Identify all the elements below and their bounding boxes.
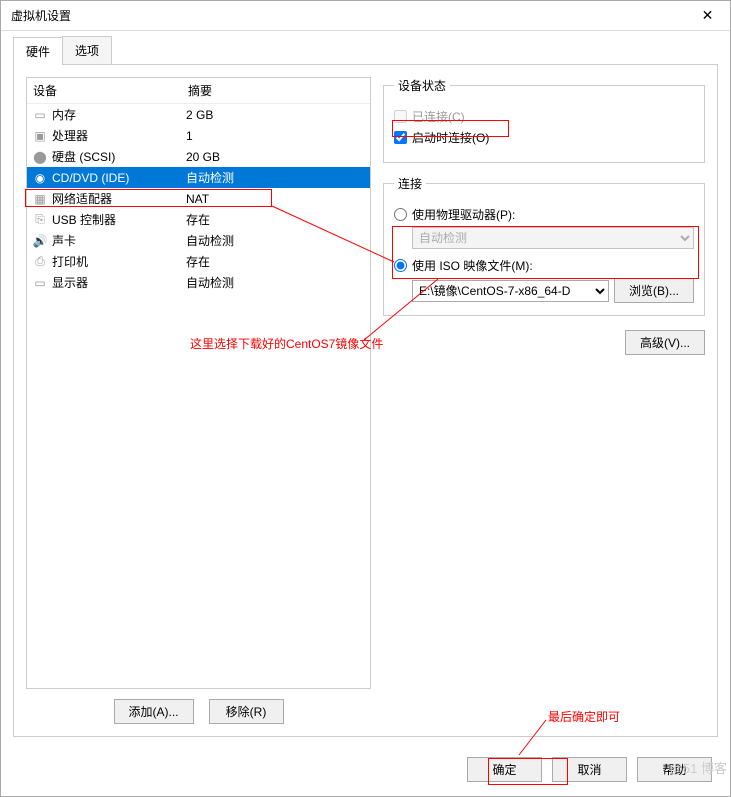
printer-icon: ⎙ [31,254,49,270]
device-row-nic[interactable]: ▦网络适配器NAT [27,188,370,209]
titlebar: 虚拟机设置 ✕ [1,1,730,31]
content: 硬件 选项 设备 摘要 ▭内存2 GB▣处理器1⬤硬盘 (SCSI)20 GB◉… [1,31,730,747]
use-physical-label: 使用物理驱动器(P): [412,206,515,223]
device-summary: 存在 [186,253,366,270]
browse-button[interactable]: 浏览(B)... [614,278,694,303]
device-row-memory[interactable]: ▭内存2 GB [27,104,370,125]
device-summary: 存在 [186,211,366,228]
device-name: 处理器 [52,127,186,144]
disk-icon: ⬤ [31,149,49,165]
device-list: 设备 摘要 ▭内存2 GB▣处理器1⬤硬盘 (SCSI)20 GB◉CD/DVD… [26,77,371,689]
use-physical-row[interactable]: 使用物理驱动器(P): [394,206,694,223]
device-list-header: 设备 摘要 [27,78,370,104]
iso-path-select[interactable]: E:\镜像\CentOS-7-x86_64-D [412,280,609,302]
device-name: 打印机 [52,253,186,270]
device-summary: 2 GB [186,108,366,122]
device-summary: 1 [186,129,366,143]
device-row-usb[interactable]: ⎘USB 控制器存在 [27,209,370,230]
left-buttons: 添加(A)... 移除(R) [26,689,371,724]
connected-row[interactable]: 已连接(C) [394,108,694,125]
connection-legend: 连接 [394,175,426,192]
left-panel: 设备 摘要 ▭内存2 GB▣处理器1⬤硬盘 (SCSI)20 GB◉CD/DVD… [26,77,371,724]
vm-settings-window: 虚拟机设置 ✕ 硬件 选项 设备 摘要 ▭内存2 GB▣处理器1⬤硬盘 (SCS… [0,0,731,797]
sound-icon: 🔊 [31,233,49,249]
physical-drive-select: 自动检测 [412,227,694,249]
use-physical-radio[interactable] [394,208,407,221]
close-button[interactable]: ✕ [685,1,730,31]
cpu-icon: ▣ [31,128,49,144]
cancel-button[interactable]: 取消 [552,757,627,782]
device-row-cpu[interactable]: ▣处理器1 [27,125,370,146]
ok-button[interactable]: 确定 [467,757,542,782]
device-status-legend: 设备状态 [394,77,450,94]
device-name: 内存 [52,106,186,123]
add-button[interactable]: 添加(A)... [114,699,194,724]
tab-hardware[interactable]: 硬件 [13,37,63,65]
tab-options[interactable]: 选项 [62,36,112,64]
device-name: 网络适配器 [52,190,186,207]
connected-label: 已连接(C) [412,108,465,125]
nic-icon: ▦ [31,191,49,207]
device-summary: 20 GB [186,150,366,164]
use-iso-row[interactable]: 使用 ISO 映像文件(M): [394,257,694,274]
display-icon: ▭ [31,275,49,291]
tab-body: 设备 摘要 ▭内存2 GB▣处理器1⬤硬盘 (SCSI)20 GB◉CD/DVD… [13,65,718,737]
connection-group: 连接 使用物理驱动器(P): 自动检测 使用 ISO 映像文件(M): [383,175,705,316]
cd-icon: ◉ [31,170,49,186]
device-row-display[interactable]: ▭显示器自动检测 [27,272,370,293]
device-summary: NAT [186,192,366,206]
remove-button[interactable]: 移除(R) [209,699,284,724]
device-status-group: 设备状态 已连接(C) 启动时连接(O) [383,77,705,163]
device-summary: 自动检测 [186,169,366,186]
col-device: 设备 [33,82,188,99]
poweron-connect-checkbox[interactable] [394,131,407,144]
device-row-printer[interactable]: ⎙打印机存在 [27,251,370,272]
usb-icon: ⎘ [31,212,49,228]
device-row-sound[interactable]: 🔊声卡自动检测 [27,230,370,251]
right-panel: 设备状态 已连接(C) 启动时连接(O) 连接 使用物理驱动器(P): [383,77,705,724]
connected-checkbox [394,110,407,123]
device-name: 显示器 [52,274,186,291]
help-button[interactable]: 帮助 [637,757,712,782]
col-summary: 摘要 [188,82,364,99]
use-iso-label: 使用 ISO 映像文件(M): [412,257,533,274]
memory-icon: ▭ [31,107,49,123]
device-name: USB 控制器 [52,211,186,228]
advanced-button[interactable]: 高级(V)... [625,330,705,355]
device-name: 声卡 [52,232,186,249]
device-summary: 自动检测 [186,274,366,291]
device-row-cd[interactable]: ◉CD/DVD (IDE)自动检测 [27,167,370,188]
use-iso-radio[interactable] [394,259,407,272]
bottom-buttons: 确定 取消 帮助 [1,747,730,796]
tab-strip: 硬件 选项 [13,36,718,65]
poweron-connect-row[interactable]: 启动时连接(O) [394,129,694,146]
window-title: 虚拟机设置 [11,7,71,24]
device-name: CD/DVD (IDE) [52,171,186,185]
device-row-disk[interactable]: ⬤硬盘 (SCSI)20 GB [27,146,370,167]
poweron-connect-label: 启动时连接(O) [412,129,489,146]
device-name: 硬盘 (SCSI) [52,148,186,165]
device-summary: 自动检测 [186,232,366,249]
